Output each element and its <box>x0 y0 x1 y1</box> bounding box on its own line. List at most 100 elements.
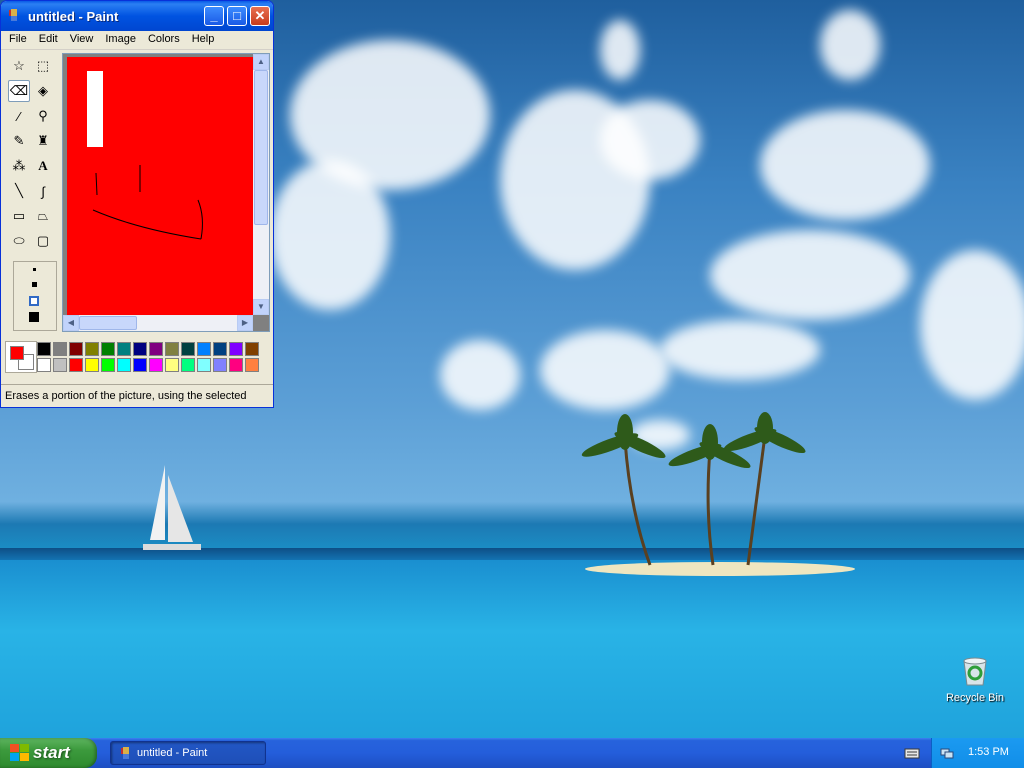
palette-swatch[interactable] <box>85 358 99 372</box>
palette-swatch[interactable] <box>117 358 131 372</box>
text-tool[interactable]: A <box>32 155 54 177</box>
palette-swatch[interactable] <box>37 342 51 356</box>
scroll-down-button[interactable]: ▼ <box>253 299 269 315</box>
palette-swatch[interactable] <box>229 342 243 356</box>
palette-swatch[interactable] <box>69 358 83 372</box>
free-form-select-tool[interactable]: ☆ <box>8 55 30 77</box>
window-title: untitled - Paint <box>28 9 119 24</box>
size-option-4[interactable] <box>29 312 39 322</box>
cloud <box>710 230 910 320</box>
taskbar: start untitled - Paint 1:53 PM <box>0 738 1024 768</box>
cloud <box>440 340 520 410</box>
palette-swatch[interactable] <box>85 342 99 356</box>
palette-swatch[interactable] <box>213 358 227 372</box>
palette-swatch[interactable] <box>69 342 83 356</box>
minimize-button[interactable]: _ <box>204 6 224 26</box>
foreground-color-box <box>10 346 24 360</box>
pencil-tool[interactable]: ✎ <box>8 130 30 152</box>
rectangle-tool[interactable]: ▭ <box>8 205 30 227</box>
cloud <box>920 250 1024 400</box>
magnifier-tool[interactable]: ⚲ <box>32 105 54 127</box>
menu-image[interactable]: Image <box>99 31 142 49</box>
network-icon[interactable] <box>940 746 954 760</box>
status-bar: Erases a portion of the picture, using t… <box>1 384 273 407</box>
taskbar-button-label: untitled - Paint <box>137 747 208 759</box>
status-text: Erases a portion of the picture, using t… <box>5 390 247 402</box>
keyboard-icon[interactable] <box>904 746 920 760</box>
palette-swatch[interactable] <box>133 358 147 372</box>
palette-swatch[interactable] <box>133 342 147 356</box>
drawing-canvas[interactable] <box>67 57 253 315</box>
scroll-left-button[interactable]: ◀ <box>63 315 79 331</box>
curve-tool[interactable]: ∫ <box>32 180 54 202</box>
palette-swatch[interactable] <box>197 358 211 372</box>
canvas-area: ▲ ▼ ◀ ▶ <box>62 53 270 332</box>
ellipse-tool[interactable]: ⬭ <box>8 230 30 252</box>
menu-help[interactable]: Help <box>186 31 221 49</box>
vertical-scroll-thumb[interactable] <box>254 70 268 225</box>
menu-file[interactable]: File <box>3 31 33 49</box>
scroll-up-button[interactable]: ▲ <box>253 54 269 70</box>
taskbar-button-paint[interactable]: untitled - Paint <box>110 741 266 765</box>
cloud <box>600 100 700 180</box>
menu-colors[interactable]: Colors <box>142 31 186 49</box>
palette-swatch[interactable] <box>53 342 67 356</box>
start-button[interactable]: start <box>0 738 97 768</box>
size-option-3[interactable] <box>29 296 39 306</box>
color-palette <box>5 339 269 375</box>
palette-swatch[interactable] <box>181 342 195 356</box>
palette-swatch[interactable] <box>149 358 163 372</box>
scroll-right-button[interactable]: ▶ <box>237 315 253 331</box>
palette-swatch[interactable] <box>229 358 243 372</box>
cloud <box>660 320 820 380</box>
palette-swatch[interactable] <box>117 342 131 356</box>
fill-tool[interactable]: ◈ <box>32 80 54 102</box>
cloud <box>270 160 390 310</box>
clock[interactable]: 1:53 PM <box>968 746 1009 758</box>
system-tray: 1:53 PM <box>931 738 1024 768</box>
paint-app-icon <box>121 747 129 759</box>
palette-swatch[interactable] <box>37 358 51 372</box>
desktop-icon-recycle-bin[interactable]: Recycle Bin <box>940 655 1010 704</box>
palette-swatch[interactable] <box>245 358 259 372</box>
palette-swatch[interactable] <box>213 342 227 356</box>
rounded-rect-tool[interactable]: ▢ <box>32 230 54 252</box>
paint-app-icon[interactable] <box>7 8 21 22</box>
cloud <box>760 110 930 220</box>
cloud <box>600 20 640 80</box>
size-option-2[interactable] <box>32 282 37 287</box>
menu-bar: File Edit View Image Colors Help <box>1 31 273 50</box>
palette-swatch[interactable] <box>101 358 115 372</box>
horizontal-scrollbar[interactable]: ◀ ▶ <box>63 315 253 331</box>
polygon-tool[interactable]: ⏢ <box>32 205 54 227</box>
maximize-button[interactable]: □ <box>227 6 247 26</box>
windows-logo-icon <box>10 744 29 761</box>
vertical-scrollbar[interactable]: ▲ ▼ <box>253 54 269 315</box>
pick-color-tool[interactable]: ⁄ <box>8 105 30 127</box>
horizontal-scroll-thumb[interactable] <box>79 316 137 330</box>
menu-edit[interactable]: Edit <box>33 31 64 49</box>
cloud <box>540 330 670 410</box>
palette-swatch[interactable] <box>165 342 179 356</box>
recycle-bin-label: Recycle Bin <box>945 692 1005 704</box>
brush-tool[interactable]: ♜ <box>32 130 54 152</box>
eraser-tool[interactable]: ⌫ <box>8 80 30 102</box>
palette-swatch[interactable] <box>181 358 195 372</box>
line-tool[interactable]: ╲ <box>8 180 30 202</box>
title-bar[interactable]: untitled - Paint _ □ ✕ <box>1 1 273 31</box>
rect-select-tool[interactable]: ⬚ <box>32 55 54 77</box>
start-label: start <box>33 743 70 762</box>
airbrush-tool[interactable]: ⁂ <box>8 155 30 177</box>
close-button[interactable]: ✕ <box>250 6 270 26</box>
current-colors <box>5 341 37 373</box>
palette-swatch[interactable] <box>101 342 115 356</box>
cloud <box>820 10 880 80</box>
palette-swatch[interactable] <box>53 358 67 372</box>
palette-swatch[interactable] <box>197 342 211 356</box>
palette-swatch[interactable] <box>245 342 259 356</box>
size-option-1[interactable] <box>33 268 36 271</box>
menu-view[interactable]: View <box>64 31 100 49</box>
palette-swatch[interactable] <box>165 358 179 372</box>
eraser-size-selector[interactable] <box>13 261 57 331</box>
palette-swatch[interactable] <box>149 342 163 356</box>
